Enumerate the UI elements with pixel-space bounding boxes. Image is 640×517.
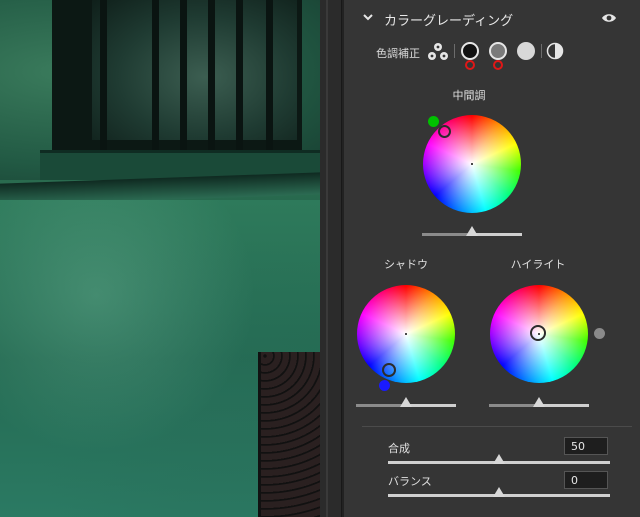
section-header[interactable]: カラーグレーディング <box>344 6 640 30</box>
slider-fill <box>489 404 539 407</box>
highlights-luminance-slider[interactable] <box>489 397 589 407</box>
slider-thumb[interactable] <box>400 397 412 407</box>
photo-window-bar <box>266 0 273 150</box>
midtones-color-swatch[interactable] <box>428 116 439 127</box>
adjustment-panel: カラーグレーディング 色調補正 中間調 シャドウ ハイライト 合成 50 バラン… <box>320 0 640 517</box>
highlights-hue-handle[interactable] <box>530 325 546 341</box>
photo-window-bar <box>180 0 187 150</box>
adjust-mode-row: 色調補正 <box>344 38 640 72</box>
slider-thumb[interactable] <box>466 226 478 236</box>
slider-thumb[interactable] <box>493 454 505 464</box>
mode-separator <box>454 44 455 58</box>
photo-vent <box>258 352 320 517</box>
eye-icon[interactable] <box>601 12 617 24</box>
midtone-mode-icon[interactable] <box>489 42 507 60</box>
shadows-luminance-slider[interactable] <box>356 397 456 407</box>
shadow-mode-icon[interactable] <box>461 42 479 60</box>
midtone-mode-indicator <box>493 60 503 70</box>
mode-separator <box>541 44 542 58</box>
balance-value-field[interactable] <box>564 471 608 489</box>
chevron-down-icon[interactable] <box>362 11 374 23</box>
blending-value-field[interactable] <box>564 437 608 455</box>
midtones-label: 中間調 <box>452 89 486 102</box>
adjust-label: 色調補正 <box>376 47 420 60</box>
photo-window-bar <box>100 0 107 150</box>
shadows-wheel-center <box>405 333 407 335</box>
midtones-luminance-slider[interactable] <box>422 226 522 236</box>
section-divider <box>362 426 632 427</box>
slider-thumb[interactable] <box>493 487 505 497</box>
blending-label: 合成 <box>388 442 410 455</box>
shadows-color-swatch[interactable] <box>379 380 390 391</box>
three-way-icon[interactable] <box>427 41 449 63</box>
blending-slider[interactable] <box>388 454 610 464</box>
photo-window-bar <box>236 0 243 150</box>
shadows-hue-handle[interactable] <box>382 363 396 377</box>
highlights-color-swatch[interactable] <box>594 328 605 339</box>
panel-scroll-edge[interactable] <box>320 0 342 517</box>
photo-window-bar <box>208 0 215 150</box>
section-title: カラーグレーディング <box>384 14 514 29</box>
color-grading-section: カラーグレーディング 色調補正 中間調 シャドウ ハイライト 合成 50 バラン… <box>344 0 640 517</box>
balance-slider[interactable] <box>388 487 610 497</box>
slider-fill <box>422 233 472 236</box>
shadow-mode-indicator <box>465 60 475 70</box>
global-mode-icon[interactable] <box>546 42 564 60</box>
photo-preview <box>0 0 320 517</box>
midtones-wheel-center <box>471 163 473 165</box>
balance-label: バランス <box>388 475 432 488</box>
panel-scroll-track <box>326 0 328 517</box>
shadows-label: シャドウ <box>384 258 428 271</box>
highlight-mode-icon[interactable] <box>517 42 535 60</box>
slider-thumb[interactable] <box>533 397 545 407</box>
slider-fill <box>356 404 406 407</box>
midtones-hue-handle[interactable] <box>438 125 451 138</box>
photo-window <box>52 0 302 165</box>
highlights-label: ハイライト <box>510 258 566 271</box>
photo-window-bar <box>152 0 159 150</box>
